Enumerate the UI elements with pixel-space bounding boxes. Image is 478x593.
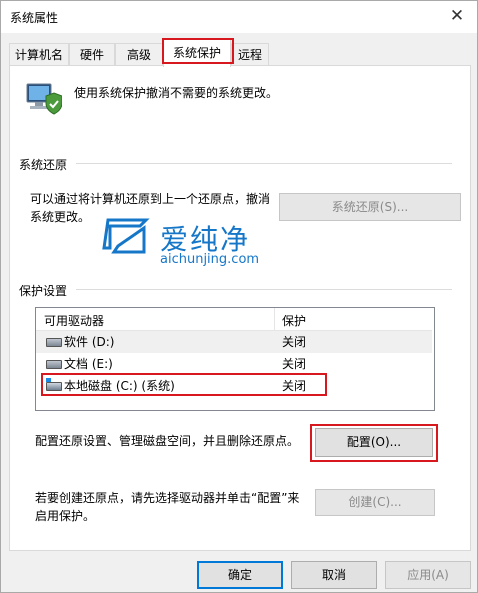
tab-system-protection[interactable]: 系统保护 (163, 39, 231, 67)
protection-section-divider (76, 289, 452, 290)
system-restore-button[interactable]: 系统还原(S)... (279, 193, 461, 221)
title-bar[interactable]: 系统属性 ✕ (1, 1, 477, 33)
configure-button[interactable]: 配置(O)... (315, 428, 433, 457)
close-icon[interactable]: ✕ (437, 1, 477, 31)
tab-remote[interactable]: 远程 (231, 43, 269, 66)
drive-status: 关闭 (282, 335, 307, 349)
window-title: 系统属性 (10, 11, 59, 25)
drive-name: 软件 (D:) (64, 335, 115, 349)
configure-description: 配置还原设置、管理磁盘空间，并且删除还原点。 (35, 434, 300, 448)
restore-section-label: 系统还原 (19, 158, 68, 172)
ok-button[interactable]: 确定 (197, 561, 283, 589)
list-item[interactable]: 本地磁盘 (C:) (系统) 关闭 (36, 375, 432, 397)
list-item[interactable]: 文档 (E:) 关闭 (36, 353, 432, 375)
watermark-logo-icon (102, 218, 150, 254)
tab-hardware[interactable]: 硬件 (69, 43, 115, 66)
watermark-url: aichunjing.com (160, 252, 260, 267)
system-drive-icon (46, 378, 62, 391)
restore-section-divider (76, 163, 452, 164)
drive-status: 关闭 (282, 379, 307, 393)
system-protection-icon (26, 83, 62, 115)
cancel-button[interactable]: 取消 (291, 561, 377, 589)
tab-computer-name[interactable]: 计算机名 (9, 43, 69, 66)
tab-advanced[interactable]: 高级 (115, 43, 163, 66)
column-separator (274, 308, 275, 330)
column-header-drives[interactable]: 可用驱动器 (44, 312, 104, 329)
apply-button[interactable]: 应用(A) (385, 561, 471, 589)
system-properties-window: 系统属性 ✕ 计算机名 硬件 高级 系统保护 远程 使用系统保护撤消不需要的系统… (0, 0, 478, 593)
header-description: 使用系统保护撤消不需要的系统更改。 (74, 86, 279, 100)
drive-list[interactable]: 可用驱动器 保护 软件 (D:) 关闭 文档 (E:) 关闭 本地磁盘 (C:)… (35, 307, 435, 411)
drive-name: 本地磁盘 (C:) (系统) (64, 379, 175, 393)
list-item[interactable]: 软件 (D:) 关闭 (36, 331, 432, 353)
create-button[interactable]: 创建(C)... (315, 489, 435, 516)
drive-icon (46, 360, 62, 369)
protection-section-label: 保护设置 (19, 284, 68, 298)
drive-status: 关闭 (282, 357, 307, 371)
drive-icon (46, 338, 62, 347)
drive-name: 文档 (E:) (64, 357, 113, 371)
create-description: 若要创建还原点，请先选择驱动器并单击“配置”来启用保护。 (35, 491, 300, 523)
drive-list-header: 可用驱动器 保护 (36, 308, 432, 331)
column-header-protection[interactable]: 保护 (282, 312, 306, 329)
